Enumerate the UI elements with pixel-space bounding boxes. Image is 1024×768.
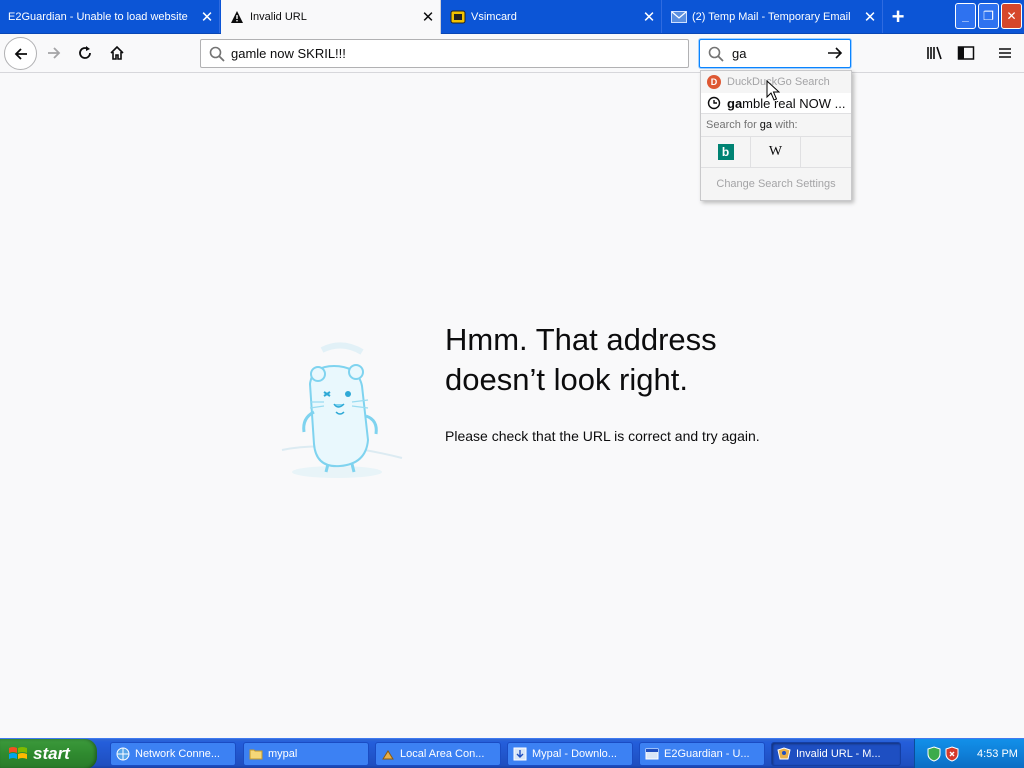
tab-title: E2Guardian - Unable to load website <box>8 10 188 23</box>
search-icon <box>708 46 724 62</box>
suggestion-rest: mble real NOW ... <box>742 95 846 111</box>
back-button[interactable] <box>4 37 37 70</box>
bing-engine-button[interactable]: b <box>701 136 751 168</box>
taskbar-item-label: mypal <box>268 748 298 760</box>
confused-hamster-illustration <box>262 340 412 480</box>
tab-e2guardian[interactable]: E2Guardian - Unable to load website ✕ <box>0 0 220 33</box>
home-icon <box>110 45 124 60</box>
taskbar-item-label: Invalid URL - M... <box>796 748 881 760</box>
security-shield-icon[interactable] <box>927 746 941 762</box>
url-text: gamle now SKRIL!!! <box>231 46 346 61</box>
forward-button[interactable] <box>41 40 67 66</box>
sidebar-icon <box>957 46 975 60</box>
error-title: Hmm. That address doesn’t look right. <box>445 320 845 400</box>
search-for-suffix: with: <box>775 119 798 131</box>
network-icon <box>115 746 131 762</box>
reload-button[interactable] <box>72 40 98 66</box>
browser-icon <box>776 746 792 762</box>
menu-button[interactable] <box>994 42 1016 64</box>
tab-title: (2) Temp Mail - Temporary Email <box>692 10 851 23</box>
history-icon <box>707 96 721 110</box>
error-title-line1: Hmm. That address <box>445 322 717 357</box>
browser-icon <box>644 746 660 762</box>
tab-vsimcard[interactable]: Vsimcard ✕ <box>442 0 662 33</box>
close-icon[interactable]: ✕ <box>637 5 661 29</box>
forward-arrow-icon <box>48 47 61 59</box>
mail-icon <box>671 9 687 25</box>
tab-title: Vsimcard <box>471 10 517 23</box>
taskbar-item-label: Network Conne... <box>135 748 220 760</box>
url-bar[interactable]: gamle now SKRIL!!! <box>200 39 689 68</box>
search-input[interactable]: ga <box>699 39 851 68</box>
taskbar-item-label: Mypal - Downlo... <box>532 748 617 760</box>
taskbar-item-mypal-folder[interactable]: mypal <box>243 742 369 766</box>
close-icon[interactable]: ✕ <box>416 5 440 29</box>
mouse-cursor-icon <box>766 79 781 107</box>
start-button[interactable]: start <box>0 739 97 768</box>
wikipedia-engine-button[interactable]: W <box>751 136 801 168</box>
taskbar-item-e2guardian[interactable]: E2Guardian - U... <box>639 742 765 766</box>
suggestion-match: ga <box>727 95 743 111</box>
one-off-engines: b W <box>701 136 851 168</box>
taskbar-item-mypal-download[interactable]: Mypal - Downlo... <box>507 742 633 766</box>
search-for-label: Search for ga with: <box>701 114 851 136</box>
taskbar-item-label: Local Area Con... <box>400 748 485 760</box>
download-icon <box>512 746 528 762</box>
home-button[interactable] <box>104 40 130 66</box>
sidebar-button[interactable] <box>955 42 977 64</box>
library-button[interactable] <box>924 42 946 64</box>
search-for-term: ga <box>759 119 772 131</box>
tab-invalid-url[interactable]: Invalid URL ✕ <box>221 0 441 34</box>
taskbar-item-invalid-url[interactable]: Invalid URL - M... <box>771 742 901 766</box>
bing-icon: b <box>717 144 734 160</box>
search-for-prefix: Search for <box>706 119 757 131</box>
simcard-icon <box>450 9 466 25</box>
back-arrow-icon <box>14 47 27 60</box>
maximize-button[interactable]: ❐ <box>978 3 999 29</box>
start-label: start <box>33 744 70 763</box>
tab-strip: E2Guardian - Unable to load website ✕ In… <box>0 0 1024 34</box>
error-message: Please check that the URL is correct and… <box>445 428 760 444</box>
tab-temp-mail[interactable]: (2) Temp Mail - Temporary Email ✕ <box>663 0 883 33</box>
tab-title: Invalid URL <box>250 11 307 23</box>
minimize-button[interactable]: _ <box>955 3 976 29</box>
change-search-settings-button[interactable]: Change Search Settings <box>701 168 851 200</box>
navigation-toolbar: gamle now SKRIL!!! ga <box>0 34 1024 73</box>
taskbar-item-network[interactable]: Network Conne... <box>110 742 236 766</box>
alert-shield-icon[interactable] <box>945 746 959 762</box>
error-title-line2: doesn’t look right. <box>445 362 688 397</box>
taskbar: start Network Conne... mypal Local Area … <box>0 738 1024 768</box>
search-icon <box>209 46 225 62</box>
window-close-button[interactable]: ✕ <box>1001 3 1022 29</box>
network-connection-icon <box>380 746 396 762</box>
warning-icon <box>229 9 245 25</box>
system-tray: 4:53 PM <box>914 739 1024 768</box>
wikipedia-icon: W <box>768 144 783 159</box>
reload-icon <box>79 46 91 59</box>
go-arrow-icon[interactable] <box>826 44 844 67</box>
duckduckgo-icon: D <box>707 75 721 89</box>
folder-icon <box>248 746 264 762</box>
search-text: ga <box>732 46 747 61</box>
hamburger-icon <box>999 48 1011 58</box>
library-icon <box>927 46 942 60</box>
clock: 4:53 PM <box>977 748 1018 760</box>
close-icon[interactable]: ✕ <box>858 5 882 29</box>
new-tab-button[interactable]: + <box>884 4 912 30</box>
close-icon[interactable]: ✕ <box>195 5 219 29</box>
taskbar-item-label: E2Guardian - U... <box>664 748 750 760</box>
windows-logo-icon <box>8 745 28 763</box>
taskbar-item-local-area[interactable]: Local Area Con... <box>375 742 501 766</box>
